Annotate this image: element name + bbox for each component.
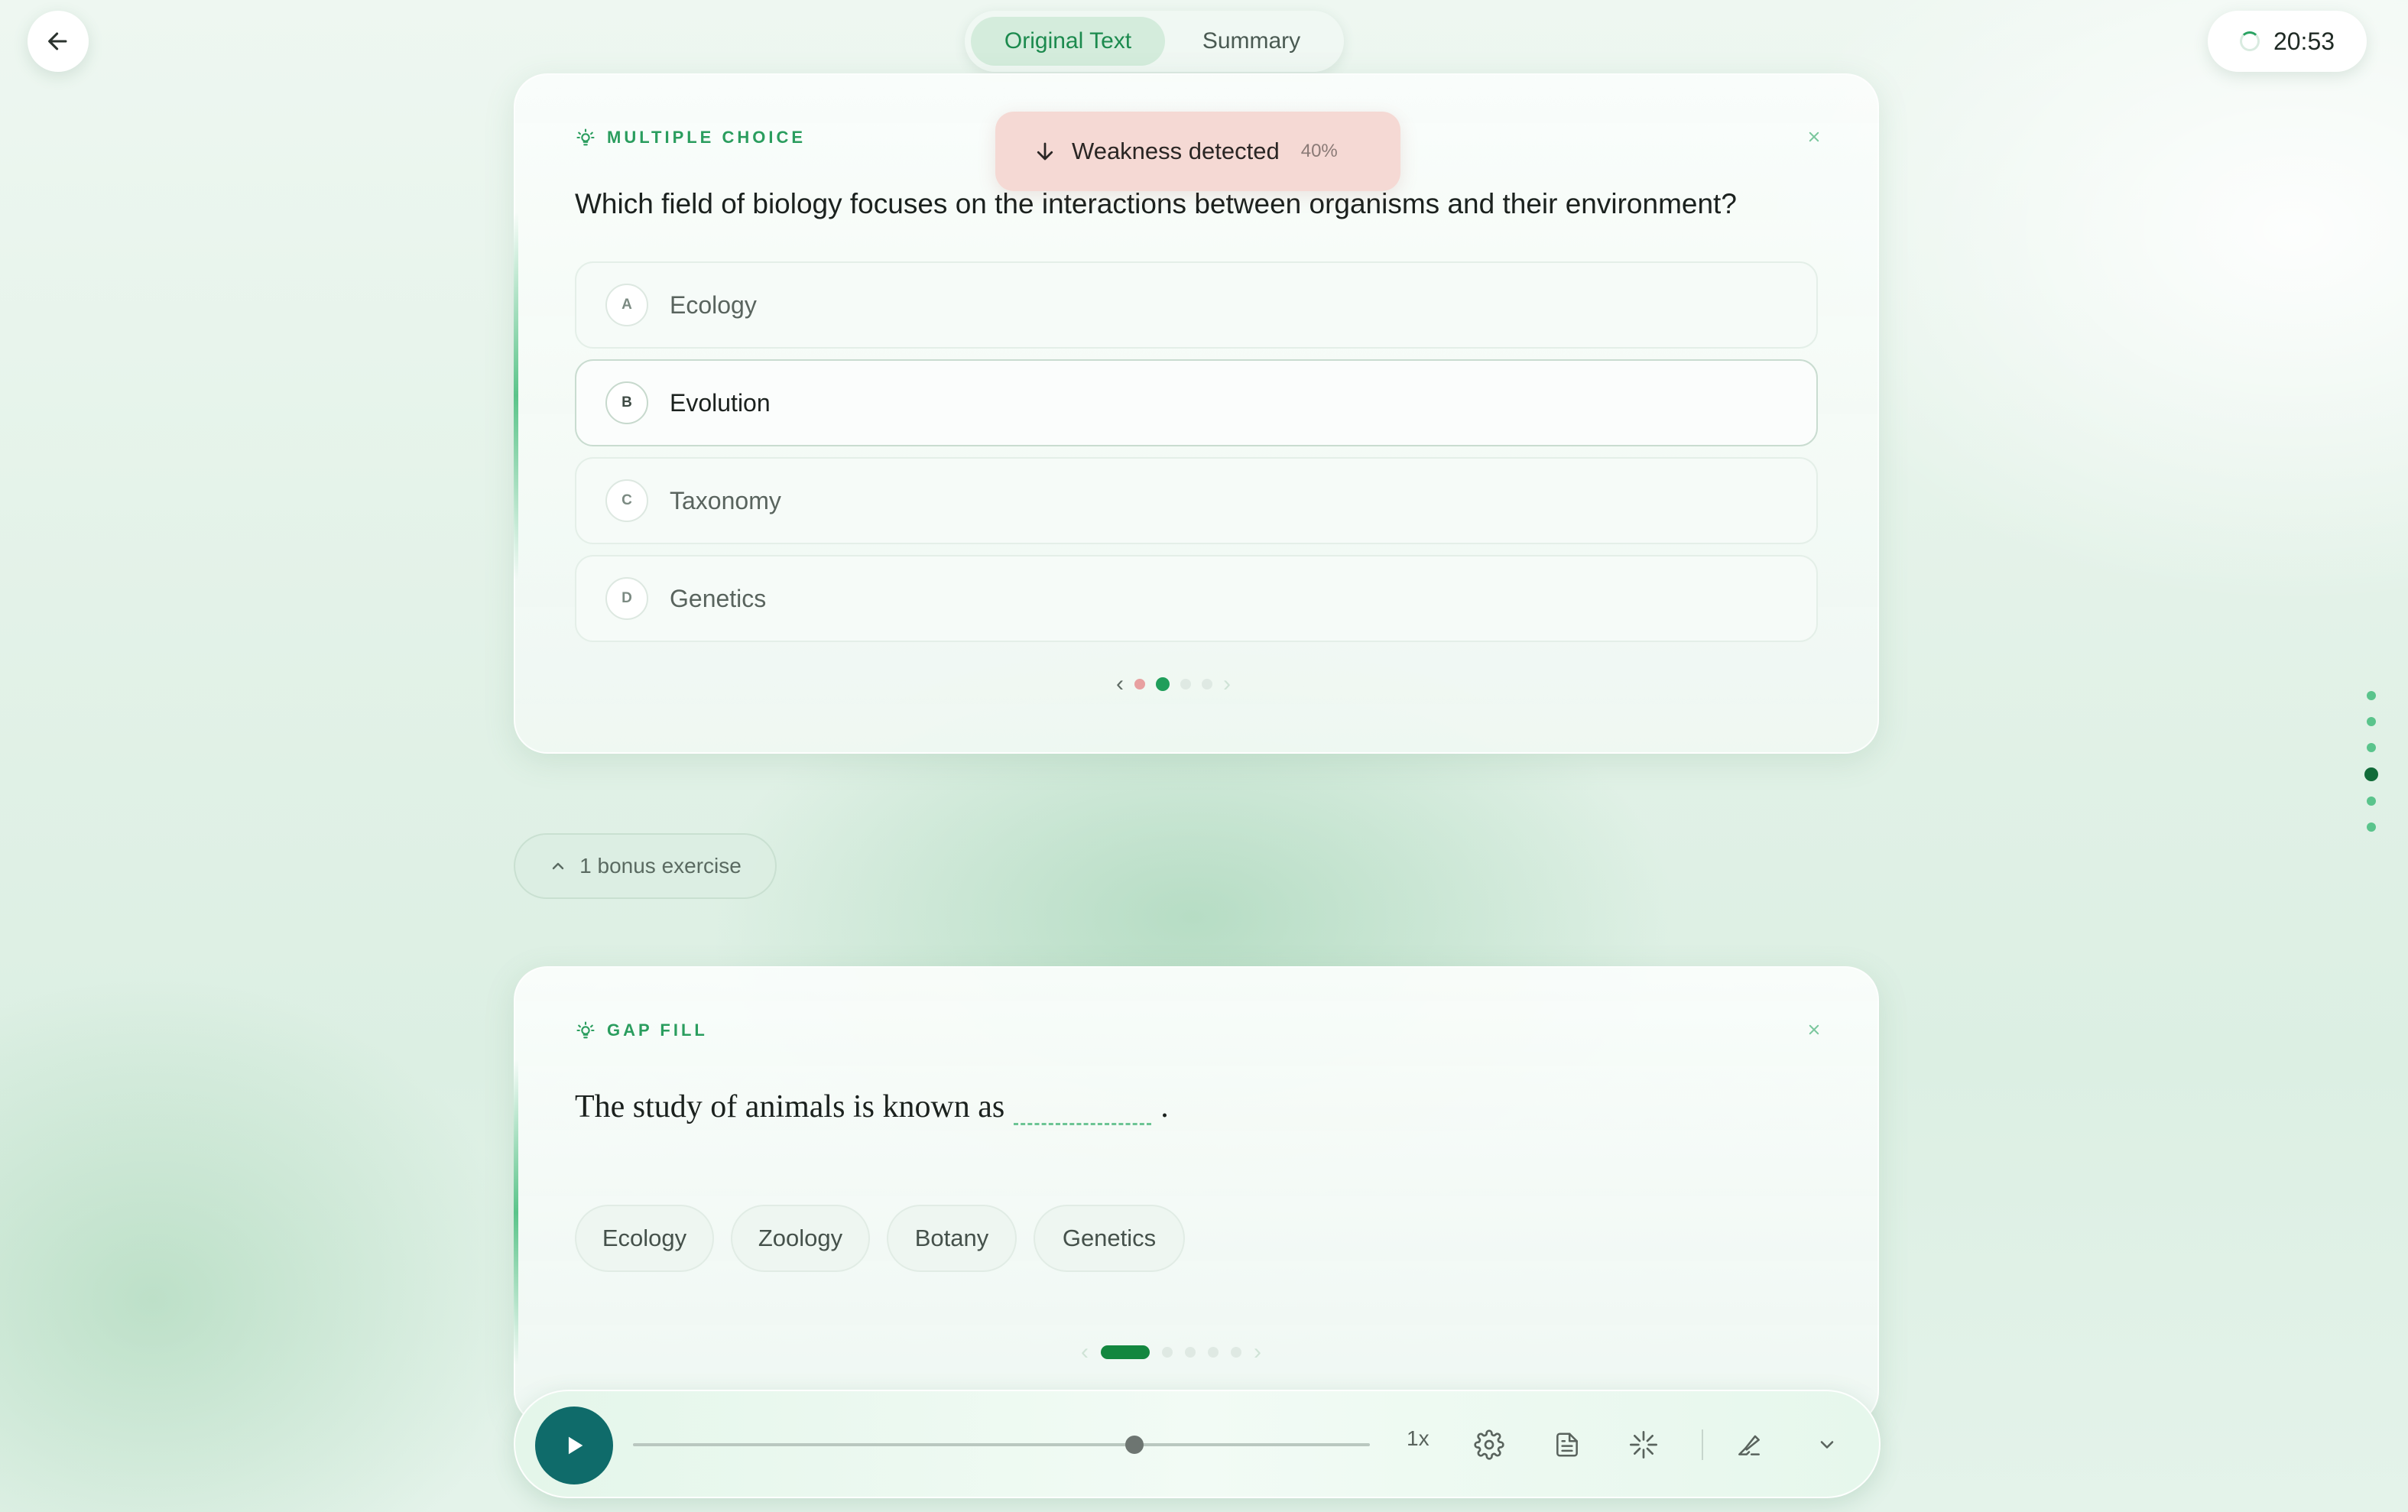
weakness-toast: Weakness detected 40% [995, 112, 1400, 191]
divider [1702, 1429, 1703, 1460]
progress-track[interactable] [633, 1443, 1370, 1446]
pager-dot[interactable] [1180, 679, 1191, 689]
expand-button[interactable] [1807, 1425, 1847, 1465]
arrow-left-icon [48, 32, 67, 50]
lightbulb-icon [576, 128, 595, 146]
option-text: Evolution [670, 388, 771, 417]
card-accent [514, 1059, 518, 1365]
choice-chip[interactable]: Genetics [1034, 1205, 1185, 1272]
chevron-right-icon[interactable]: › [1223, 671, 1231, 697]
settings-button[interactable] [1469, 1425, 1509, 1465]
gap-fill-card: GAP FILL The study of animals is known a… [514, 966, 1879, 1425]
play-button[interactable] [535, 1407, 613, 1484]
choice-chip[interactable]: Botany [887, 1205, 1017, 1272]
pager-dot[interactable] [1231, 1347, 1241, 1358]
gap-blank[interactable] [1014, 1082, 1152, 1125]
bonus-label: 1 bonus exercise [579, 854, 742, 878]
timer-value: 20:53 [2273, 27, 2335, 55]
view-toggle: Original Text Summary [965, 11, 1344, 72]
pager-dot[interactable] [1134, 679, 1145, 689]
tab-summary[interactable]: Summary [1165, 17, 1338, 66]
progress-thumb[interactable] [1124, 1436, 1144, 1454]
option-letter: C [605, 479, 648, 522]
chevron-left-icon[interactable]: ‹ [1116, 671, 1124, 697]
section-nav-dot-active[interactable] [2364, 767, 2378, 781]
sentence-after: . [1160, 1089, 1169, 1124]
exercise-type-label: MULTIPLE CHOICE [575, 127, 806, 148]
chevron-down-icon [1820, 1441, 1834, 1449]
option-text: Genetics [670, 584, 767, 612]
gap-sentence: The study of animals is known as . [575, 1082, 1169, 1125]
highlight-button[interactable] [1729, 1425, 1769, 1465]
back-button[interactable] [28, 11, 89, 72]
option-c[interactable]: C Taxonomy [575, 457, 1818, 544]
section-nav-dot[interactable] [2367, 797, 2376, 806]
choice-chip[interactable]: Ecology [575, 1205, 714, 1272]
option-b[interactable]: B Evolution [575, 359, 1818, 446]
sentence-before: The study of animals is known as [575, 1089, 1005, 1124]
option-letter: A [605, 284, 648, 326]
exercise-type-text: GAP FILL [607, 1020, 708, 1040]
chevron-left-icon[interactable]: ‹ [1081, 1339, 1089, 1365]
card-accent [514, 213, 518, 579]
gear-icon [1474, 1429, 1504, 1460]
close-icon [1809, 131, 1819, 142]
pager-dot-active[interactable] [1101, 1345, 1150, 1359]
pager-dot-active[interactable] [1156, 677, 1170, 691]
pager-dot[interactable] [1202, 679, 1212, 689]
section-nav-dot[interactable] [2367, 823, 2376, 832]
bonus-exercise-button[interactable]: 1 bonus exercise [514, 833, 777, 899]
question-text: Which field of biology focuses on the in… [575, 188, 1737, 219]
lightbulb-icon [576, 1021, 595, 1039]
play-icon [568, 1436, 583, 1455]
document-button[interactable] [1547, 1425, 1587, 1465]
sparkle-icon [1630, 1431, 1657, 1458]
timer: 20:53 [2208, 11, 2367, 72]
gap-pager: ‹ › [1081, 1339, 1261, 1365]
pager-dot[interactable] [1162, 1347, 1173, 1358]
chevron-right-icon[interactable]: › [1254, 1339, 1261, 1365]
option-d[interactable]: D Genetics [575, 555, 1818, 642]
document-icon [1556, 1433, 1578, 1457]
choice-chip[interactable]: Zoology [731, 1205, 870, 1272]
close-button[interactable] [1803, 1018, 1825, 1041]
toast-percent: 40% [1300, 141, 1338, 161]
chevron-up-icon [552, 862, 564, 870]
close-button[interactable] [1803, 125, 1825, 148]
speed-button[interactable]: 1x [1407, 1426, 1430, 1451]
toast-text: Weakness detected [1072, 138, 1280, 164]
section-nav-dot[interactable] [2367, 717, 2376, 726]
option-text: Ecology [670, 290, 757, 319]
section-nav-dot[interactable] [2367, 743, 2376, 752]
timer-progress-icon [2239, 31, 2260, 51]
pager-dot[interactable] [1185, 1347, 1196, 1358]
question-pager: ‹ › [1116, 671, 1231, 697]
section-nav-dot[interactable] [2367, 691, 2376, 700]
option-a[interactable]: A Ecology [575, 261, 1818, 349]
arrow-down-icon [1037, 142, 1053, 161]
tab-original-text[interactable]: Original Text [971, 17, 1165, 66]
option-letter: B [605, 381, 648, 424]
sparkle-button[interactable] [1624, 1425, 1663, 1465]
highlighter-icon [1738, 1435, 1760, 1455]
close-icon [1809, 1024, 1819, 1035]
audio-player: 1x [514, 1390, 1881, 1498]
exercise-type-text: MULTIPLE CHOICE [607, 128, 806, 147]
exercise-type-label: GAP FILL [575, 1020, 708, 1041]
option-letter: D [605, 577, 648, 620]
pager-dot[interactable] [1208, 1347, 1219, 1358]
option-text: Taxonomy [670, 486, 781, 514]
